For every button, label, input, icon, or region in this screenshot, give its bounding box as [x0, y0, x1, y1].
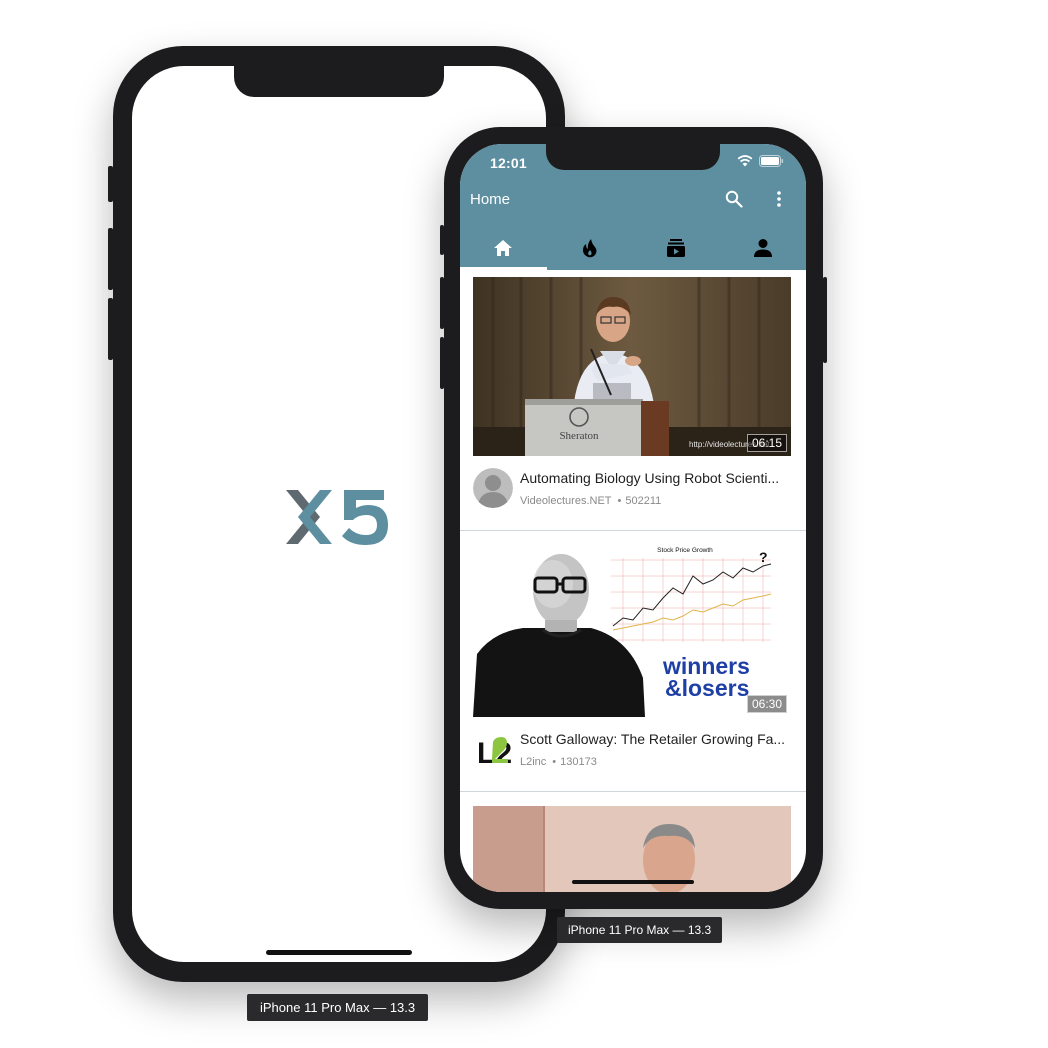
- video-card[interactable]: Stock Price Growth ? winners &losers 06:…: [460, 531, 806, 792]
- podium-sign: Sheraton: [559, 430, 599, 442]
- video-feed[interactable]: Sheraton http://videolectures.net 06:15: [460, 270, 806, 892]
- default-avatar-icon: [473, 468, 513, 508]
- tab-trending[interactable]: [547, 226, 634, 270]
- video-subtitle: Videolectures.NET • 502211: [520, 495, 662, 507]
- x5-logo: [286, 490, 388, 545]
- app-screen: 12:01 Home Sheraton http://videolectures…: [460, 144, 806, 892]
- lecture-scene-image: Sheraton http://videolectures.net: [473, 277, 791, 456]
- home-icon: [494, 240, 513, 256]
- home-indicator: [572, 880, 694, 884]
- video-card[interactable]: [460, 792, 806, 892]
- status-time: 12:01: [490, 155, 527, 171]
- fire-icon: [582, 239, 597, 258]
- wifi-icon: [737, 155, 753, 167]
- thumbnail-overlay-text-2: &losers: [665, 675, 749, 701]
- tab-home[interactable]: [460, 226, 547, 270]
- person-icon: [753, 239, 772, 257]
- video-meta[interactable]: L2 Scott Galloway: The Retailer Growing …: [473, 727, 793, 773]
- thumbnail-chart-title: Stock Price Growth: [657, 547, 713, 554]
- channel-name[interactable]: L2inc: [520, 756, 546, 768]
- status-icons: [737, 155, 784, 167]
- more-vertical-icon: [777, 191, 781, 207]
- tab-bar: [460, 226, 806, 270]
- page-title: Home: [470, 191, 511, 208]
- channel-name[interactable]: Videolectures.NET: [520, 495, 612, 507]
- channel-avatar[interactable]: L2: [473, 729, 513, 769]
- video-meta[interactable]: Automating Biology Using Robot Scienti..…: [473, 466, 793, 512]
- home-indicator: [266, 950, 412, 955]
- l2-logo: L2: [473, 729, 513, 769]
- battery-icon: [759, 155, 784, 167]
- video-title[interactable]: Scott Galloway: The Retailer Growing Fa.…: [520, 731, 790, 747]
- tab-account[interactable]: [720, 226, 807, 270]
- search-button[interactable]: [723, 188, 745, 210]
- volume-up-button: [440, 277, 444, 329]
- view-count: 130173: [560, 756, 597, 768]
- simulator-stage: 12:01 Home Sheraton http://videolectures…: [0, 0, 1048, 1048]
- video-title[interactable]: Automating Biology Using Robot Scienti..…: [520, 470, 790, 486]
- back-simulator-label: iPhone 11 Pro Max — 13.3: [247, 994, 429, 1021]
- front-simulator-label: iPhone 11 Pro Max — 13.3: [557, 917, 723, 943]
- front-phone: 12:01 Home Sheraton http://videolectures…: [440, 127, 827, 909]
- subscriptions-icon: [667, 239, 686, 257]
- volume-up-button: [108, 228, 113, 290]
- video-thumbnail[interactable]: Sheraton http://videolectures.net 06:15: [473, 277, 791, 456]
- view-count: 502211: [625, 495, 662, 507]
- power-button: [823, 277, 827, 363]
- tab-subscriptions[interactable]: [633, 226, 720, 270]
- video-card[interactable]: Sheraton http://videolectures.net 06:15: [460, 270, 806, 531]
- notch: [546, 144, 720, 170]
- video-duration: 06:30: [746, 695, 787, 713]
- search-icon: [725, 190, 743, 208]
- more-options-button[interactable]: [768, 188, 790, 210]
- channel-avatar[interactable]: [473, 468, 513, 508]
- video-thumbnail[interactable]: Stock Price Growth ? winners &losers 06:…: [473, 538, 791, 717]
- mute-switch: [440, 225, 444, 255]
- video-subtitle: L2inc • 130173: [520, 756, 597, 768]
- mute-switch: [108, 166, 113, 202]
- volume-down-button: [440, 337, 444, 389]
- volume-down-button: [108, 298, 113, 360]
- video-duration: 06:15: [746, 434, 787, 452]
- notch: [234, 66, 444, 97]
- interview-scene-image: Stock Price Growth ? winners &losers: [473, 538, 791, 717]
- svg-text:?: ?: [759, 549, 768, 565]
